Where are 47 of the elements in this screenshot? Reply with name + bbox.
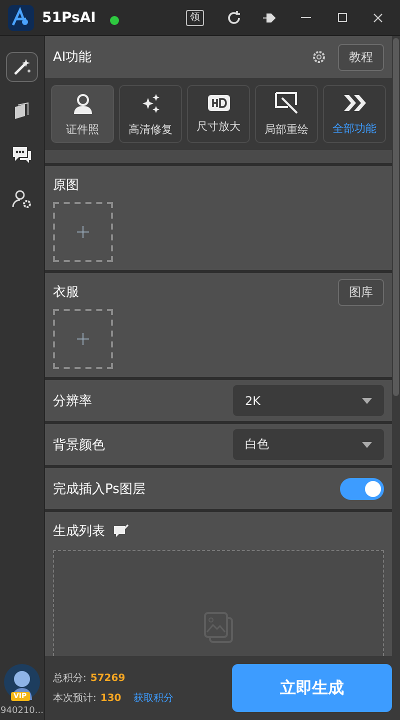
dropdown[interactable]: 白色 (233, 429, 384, 460)
scrollbar[interactable] (392, 36, 400, 656)
setting-label: 完成插入Ps图层 (53, 480, 146, 498)
feature-tile[interactable]: 局部重绘 (255, 85, 318, 143)
window-title: 51PsAI (42, 10, 96, 26)
dropdown[interactable]: 2K (233, 385, 384, 416)
minimize-icon (301, 16, 311, 18)
pin-icon (262, 12, 278, 24)
double-chevron-icon (342, 92, 368, 112)
caret-icon (362, 398, 372, 404)
setting-label: 背景颜色 (53, 436, 105, 454)
note-icon[interactable] (113, 524, 129, 538)
setting-label: 分辨率 (53, 392, 92, 410)
feature-tile[interactable]: 尺寸放大 (187, 85, 250, 143)
feature-tile[interactable]: 全部功能 (323, 85, 386, 143)
estimated-cost: 130 (100, 692, 122, 704)
total-points-label: 总积分: (53, 672, 86, 685)
plus-icon (77, 226, 89, 238)
sidebar-item[interactable] (6, 52, 38, 82)
estimated-cost-label: 本次预计: (53, 692, 96, 705)
hd-icon (208, 94, 230, 110)
brush-frame-icon (274, 92, 298, 114)
magic-wand-icon (12, 57, 32, 77)
section-title: 生成列表 (53, 523, 105, 540)
close-icon (373, 12, 383, 22)
feature-tile[interactable]: 证件照 (51, 85, 114, 143)
chat-icon (11, 145, 33, 165)
earn-points-link[interactable]: 获取积分 (133, 691, 174, 705)
tutorial-button[interactable]: 教程 (338, 44, 384, 70)
user-settings-icon (12, 189, 32, 209)
toggle-switch[interactable] (340, 478, 384, 500)
settings-icon[interactable] (312, 50, 326, 64)
plus-icon (77, 333, 89, 345)
section-title: 衣服 (53, 284, 79, 301)
total-points: 57269 (90, 672, 126, 684)
gallery-button[interactable]: 图库 (338, 278, 384, 306)
caret-icon (362, 442, 372, 448)
app-logo (8, 4, 34, 30)
avatar[interactable] (4, 664, 40, 700)
refresh-icon (226, 10, 242, 26)
maximize-icon (338, 13, 346, 22)
feature-tile[interactable]: 高清修复 (119, 85, 182, 143)
person-icon (72, 92, 94, 114)
section-title: AI功能 (53, 49, 92, 66)
section-title: 原图 (53, 177, 79, 194)
user-id: 940210... (0, 706, 44, 716)
claim-button[interactable]: 领 (186, 10, 204, 26)
